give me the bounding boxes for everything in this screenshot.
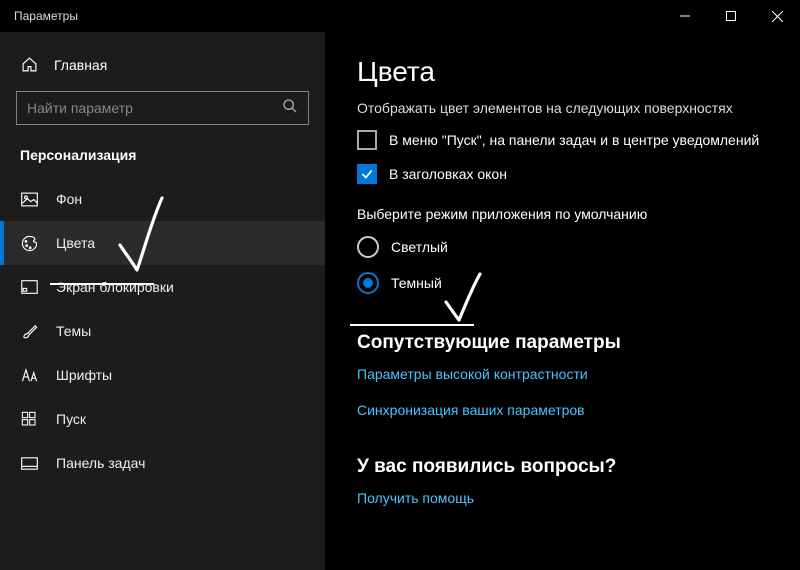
questions-heading: У вас появились вопросы? bbox=[357, 456, 770, 478]
link-sync-settings[interactable]: Синхронизация ваших параметров bbox=[357, 402, 770, 418]
checkbox-label: В меню "Пуск", на панели задач и в центр… bbox=[389, 132, 759, 148]
radio-icon bbox=[357, 236, 379, 258]
search-input[interactable] bbox=[27, 100, 282, 116]
link-high-contrast[interactable]: Параметры высокой контрастности bbox=[357, 366, 770, 382]
sidebar-item-label: Шрифты bbox=[56, 367, 112, 383]
home-nav[interactable]: Главная bbox=[0, 46, 325, 83]
palette-icon bbox=[20, 235, 38, 252]
link-get-help[interactable]: Получить помощь bbox=[357, 490, 770, 506]
lockscreen-icon bbox=[20, 280, 38, 294]
window-title: Параметры bbox=[14, 9, 78, 23]
sidebar-item-background[interactable]: Фон bbox=[0, 177, 325, 221]
checkbox-window-titlebars[interactable]: В заголовках окон bbox=[357, 164, 770, 184]
maximize-button[interactable] bbox=[708, 0, 754, 32]
sidebar-item-label: Экран блокировки bbox=[56, 279, 174, 295]
annotation-underline-darkmode bbox=[350, 324, 474, 326]
related-heading: Сопутствующие параметры bbox=[357, 332, 770, 354]
sidebar-item-colors[interactable]: Цвета bbox=[0, 221, 325, 265]
titlebar: Параметры bbox=[0, 0, 800, 32]
app-mode-heading: Выберите режим приложения по умолчанию bbox=[357, 206, 770, 222]
minimize-button[interactable] bbox=[662, 0, 708, 32]
search-wrap bbox=[0, 83, 325, 125]
sidebar: Главная Персонализация Фон bbox=[0, 32, 325, 570]
brush-icon bbox=[20, 323, 38, 340]
radio-dark[interactable]: Темный bbox=[357, 272, 770, 294]
search-box[interactable] bbox=[16, 91, 309, 125]
home-icon bbox=[20, 56, 38, 73]
taskbar-icon bbox=[20, 457, 38, 470]
sidebar-item-themes[interactable]: Темы bbox=[0, 309, 325, 353]
content-pane: Цвета Отображать цвет элементов на следу… bbox=[325, 32, 800, 570]
body: Главная Персонализация Фон bbox=[0, 32, 800, 570]
sidebar-item-taskbar[interactable]: Панель задач bbox=[0, 441, 325, 485]
font-icon bbox=[20, 368, 38, 383]
settings-window: Параметры Главная bbox=[0, 0, 800, 570]
radio-label: Темный bbox=[391, 275, 442, 291]
nav-list: Фон Цвета Экран блокировки bbox=[0, 177, 325, 485]
sidebar-item-lockscreen[interactable]: Экран блокировки bbox=[0, 265, 325, 309]
search-icon bbox=[282, 98, 298, 119]
checkbox-icon bbox=[357, 164, 377, 184]
annotation-underline-sidebar bbox=[50, 283, 154, 285]
sidebar-item-start[interactable]: Пуск bbox=[0, 397, 325, 441]
checkbox-start-taskbar[interactable]: В меню "Пуск", на панели задач и в центр… bbox=[357, 130, 770, 150]
radio-light[interactable]: Светлый bbox=[357, 236, 770, 258]
sidebar-item-label: Пуск bbox=[56, 411, 86, 427]
page-title: Цвета bbox=[357, 56, 770, 88]
window-controls bbox=[662, 0, 800, 32]
picture-icon bbox=[20, 192, 38, 207]
close-button[interactable] bbox=[754, 0, 800, 32]
start-icon bbox=[20, 411, 38, 427]
surfaces-heading: Отображать цвет элементов на следующих п… bbox=[357, 100, 770, 116]
sidebar-item-label: Фон bbox=[56, 191, 82, 207]
sidebar-item-label: Панель задач bbox=[56, 455, 145, 471]
home-label: Главная bbox=[54, 57, 107, 73]
checkbox-label: В заголовках окон bbox=[389, 166, 507, 182]
sidebar-item-fonts[interactable]: Шрифты bbox=[0, 353, 325, 397]
sidebar-item-label: Цвета bbox=[56, 235, 95, 251]
radio-icon bbox=[357, 272, 379, 294]
sidebar-item-label: Темы bbox=[56, 323, 91, 339]
section-title: Персонализация bbox=[0, 125, 325, 177]
radio-label: Светлый bbox=[391, 239, 448, 255]
checkbox-icon bbox=[357, 130, 377, 150]
